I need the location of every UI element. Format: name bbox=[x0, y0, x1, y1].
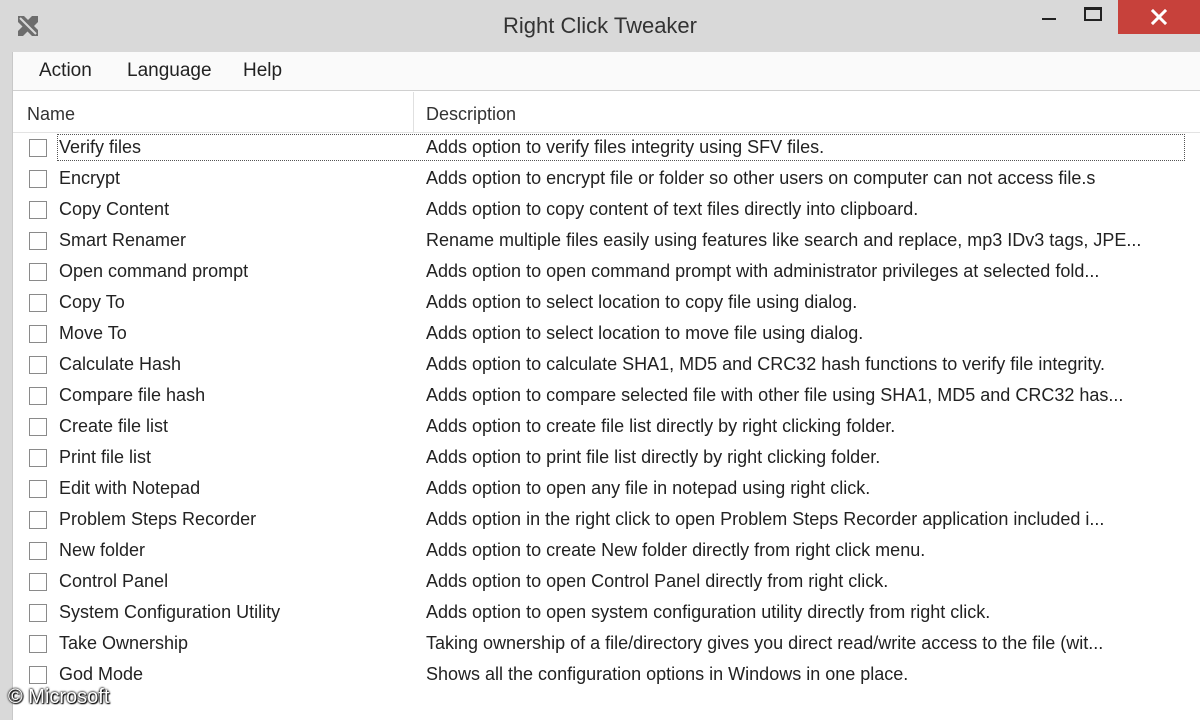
item-name: Print file list bbox=[59, 447, 152, 467]
menu-action[interactable]: Action bbox=[39, 52, 92, 90]
item-name: Take Ownership bbox=[59, 633, 189, 653]
item-description: Adds option to open system configuration… bbox=[426, 602, 991, 622]
minimize-button[interactable] bbox=[1028, 0, 1068, 30]
item-checkbox[interactable] bbox=[29, 356, 47, 374]
item-name: Problem Steps Recorder bbox=[59, 509, 257, 529]
item-checkbox[interactable] bbox=[29, 604, 47, 622]
item-checkbox[interactable] bbox=[29, 139, 47, 157]
close-icon bbox=[1151, 9, 1167, 25]
item-name: Calculate Hash bbox=[59, 354, 182, 374]
list-rows: Verify files Adds option to verify files … bbox=[13, 132, 1200, 690]
list-item[interactable]: Take Ownership Taking ownership of a file… bbox=[13, 628, 1200, 659]
item-description: Adds option to select location to copy f… bbox=[426, 292, 858, 312]
column-divider[interactable] bbox=[413, 92, 414, 132]
item-description: Adds option to open command prompt with … bbox=[426, 261, 1100, 281]
item-checkbox[interactable] bbox=[29, 666, 47, 684]
list-item[interactable]: Compare file hash Adds option to compare … bbox=[13, 380, 1200, 411]
title-bar: Right Click Tweaker bbox=[0, 0, 1200, 52]
list-item[interactable]: Smart Renamer Rename multiple files easil… bbox=[13, 225, 1200, 256]
column-header-description[interactable]: Description bbox=[426, 92, 516, 132]
list-item[interactable]: Create file list Adds option to create fi… bbox=[13, 411, 1200, 442]
maximize-button[interactable] bbox=[1074, 0, 1114, 30]
item-name: Edit with Notepad bbox=[59, 478, 201, 498]
item-checkbox[interactable] bbox=[29, 418, 47, 436]
item-checkbox[interactable] bbox=[29, 294, 47, 312]
list-item[interactable]: Problem Steps Recorder Adds option in the… bbox=[13, 504, 1200, 535]
list-item[interactable]: Print file list Adds option to print file… bbox=[13, 442, 1200, 473]
item-description: Adds option to open Control Panel direct… bbox=[426, 571, 889, 591]
item-name: Copy Content bbox=[59, 199, 170, 219]
window-client: Action Language Help Name Description Ve… bbox=[12, 52, 1200, 720]
item-description: Adds option to create file list directly… bbox=[426, 416, 896, 436]
item-description: Adds option to compare selected file wit… bbox=[426, 385, 1124, 405]
item-name: Verify files bbox=[59, 137, 142, 157]
item-description: Adds option to create New folder directl… bbox=[426, 540, 926, 560]
list-item[interactable]: Move To Adds option to select location to… bbox=[13, 318, 1200, 349]
list-item[interactable]: Calculate Hash Adds option to calculate S… bbox=[13, 349, 1200, 380]
item-checkbox[interactable] bbox=[29, 449, 47, 467]
item-description: Adds option to verify files integrity us… bbox=[426, 137, 825, 157]
item-description: Adds option to copy content of text file… bbox=[426, 199, 919, 219]
item-description: Adds option to open any file in notepad … bbox=[426, 478, 871, 498]
menu-language[interactable]: Language bbox=[127, 52, 212, 90]
item-checkbox[interactable] bbox=[29, 635, 47, 653]
list-item[interactable]: New folder Adds option to create New fold… bbox=[13, 535, 1200, 566]
list-item[interactable]: Verify files Adds option to verify files … bbox=[13, 132, 1200, 163]
item-checkbox[interactable] bbox=[29, 480, 47, 498]
list-item[interactable]: Copy Content Adds option to copy content … bbox=[13, 194, 1200, 225]
list-header: Name Description bbox=[13, 92, 1200, 133]
item-description: Adds option to print file list directly … bbox=[426, 447, 881, 467]
menu-help[interactable]: Help bbox=[243, 52, 282, 90]
item-description: Taking ownership of a file/directory giv… bbox=[426, 633, 1104, 653]
item-name: Move To bbox=[59, 323, 127, 343]
item-name: Copy To bbox=[59, 292, 125, 312]
item-checkbox[interactable] bbox=[29, 511, 47, 529]
close-button[interactable] bbox=[1118, 0, 1200, 34]
item-name: Open command prompt bbox=[59, 261, 249, 281]
list-item[interactable]: Control Panel Adds option to open Control… bbox=[13, 566, 1200, 597]
item-checkbox[interactable] bbox=[29, 232, 47, 250]
item-description: Adds option to calculate SHA1, MD5 and C… bbox=[426, 354, 1106, 374]
list-item[interactable]: Open command prompt Adds option to open c… bbox=[13, 256, 1200, 287]
item-checkbox[interactable] bbox=[29, 387, 47, 405]
item-description: Shows all the configuration options in W… bbox=[426, 664, 909, 684]
menu-bar: Action Language Help bbox=[13, 52, 1200, 91]
item-name: System Configuration Utility bbox=[59, 602, 281, 622]
item-name: Control Panel bbox=[59, 571, 169, 591]
item-checkbox[interactable] bbox=[29, 325, 47, 343]
item-description: Adds option to select location to move f… bbox=[426, 323, 864, 343]
list-item[interactable]: Copy To Adds option to select location to… bbox=[13, 287, 1200, 318]
tweak-list: Name Description Verify files Adds option… bbox=[13, 92, 1200, 720]
list-item[interactable]: Encrypt Adds option to encrypt file or fo… bbox=[13, 163, 1200, 194]
window-title: Right Click Tweaker bbox=[503, 13, 697, 38]
list-item[interactable]: God Mode Shows all the configuration opti… bbox=[13, 659, 1200, 690]
item-name: Encrypt bbox=[59, 168, 121, 188]
item-name: Smart Renamer bbox=[59, 230, 187, 250]
copyright-watermark: © Microsoft bbox=[8, 686, 110, 708]
item-description: Adds option in the right click to open P… bbox=[426, 509, 1105, 529]
item-name: Create file list bbox=[59, 416, 169, 436]
list-item[interactable]: System Configuration Utility Adds option … bbox=[13, 597, 1200, 628]
list-item[interactable]: Edit with Notepad Adds option to open any… bbox=[13, 473, 1200, 504]
item-checkbox[interactable] bbox=[29, 573, 47, 591]
item-checkbox[interactable] bbox=[29, 542, 47, 560]
item-name: Compare file hash bbox=[59, 385, 206, 405]
item-checkbox[interactable] bbox=[29, 170, 47, 188]
item-description: Rename multiple files easily using featu… bbox=[426, 230, 1142, 250]
item-description: Adds option to encrypt file or folder so… bbox=[426, 168, 1096, 188]
item-name: New folder bbox=[59, 540, 146, 560]
item-checkbox[interactable] bbox=[29, 201, 47, 219]
item-checkbox[interactable] bbox=[29, 263, 47, 281]
column-header-name[interactable]: Name bbox=[27, 92, 75, 132]
